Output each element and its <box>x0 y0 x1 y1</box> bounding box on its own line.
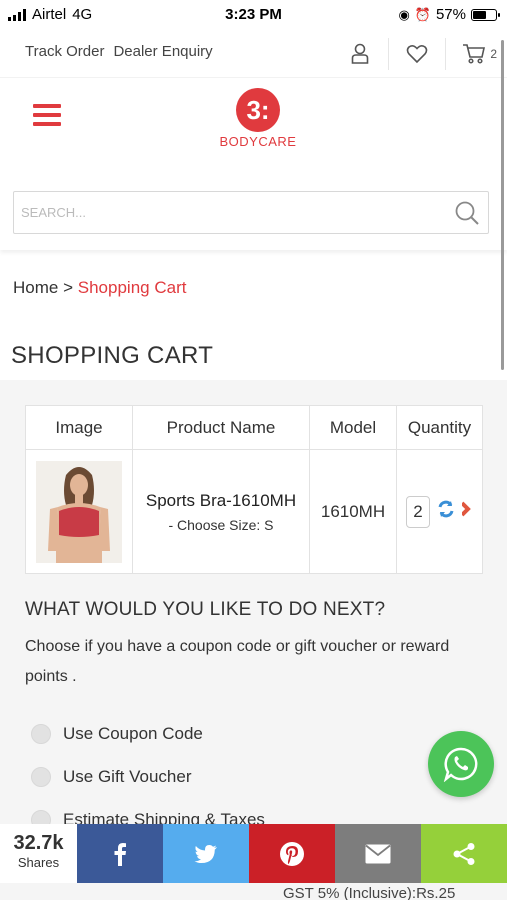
whatsapp-button[interactable] <box>428 731 494 797</box>
product-name-cell: Sports Bra-1610MH - Choose Size: S <box>132 449 310 574</box>
status-right: ◉ ⏰ 57% <box>398 6 500 23</box>
email-icon <box>365 844 391 863</box>
search-input[interactable] <box>14 192 434 232</box>
remove-icon[interactable] <box>460 500 472 523</box>
quantity-input[interactable]: 2 <box>406 495 430 528</box>
quantity-controls: 2 <box>397 495 482 528</box>
next-options: Use Coupon Code Use Gift Voucher Estimat… <box>31 712 265 841</box>
share-count-label: Shares <box>17 855 60 870</box>
status-bar: Airtel 4G 3:23 PM ◉ ⏰ 57% <box>0 0 507 30</box>
next-steps-title: WHAT WOULD YOU LIKE TO DO NEXT? <box>25 599 386 620</box>
share-count: 32.7k Shares <box>0 824 77 883</box>
next-steps-description: Choose if you have a coupon code or gift… <box>25 638 450 685</box>
cart-icon[interactable] <box>460 40 488 68</box>
cart-table: Image Product Name Model Quantity Sports… <box>25 405 483 574</box>
table-row: Sports Bra-1610MH - Choose Size: S 1610M… <box>25 449 483 574</box>
radio-button[interactable] <box>31 723 51 744</box>
breadcrumb: Home > Shopping Cart <box>13 278 186 298</box>
email-share-button[interactable] <box>335 824 421 883</box>
option-label: Use Coupon Code <box>63 723 203 743</box>
product-model-cell: 1610MH <box>309 449 397 574</box>
brand-logo[interactable]: 3: BODYCARE <box>208 88 308 149</box>
share-bar: 32.7k Shares <box>0 824 507 883</box>
battery-icon <box>471 8 500 21</box>
twitter-share-button[interactable] <box>163 824 249 883</box>
logo-mark: 3: <box>236 88 280 132</box>
rotation-lock-icon: ◉ <box>398 6 410 22</box>
quantity-cell: 2 <box>396 449 483 574</box>
option-label: Use Gift Voucher <box>63 766 192 786</box>
pinterest-share-button[interactable] <box>249 824 335 883</box>
track-order-link[interactable]: Track Order <box>25 43 104 60</box>
breadcrumb-separator: > <box>63 278 74 297</box>
column-header-image: Image <box>25 405 133 450</box>
breadcrumb-home[interactable]: Home <box>13 278 58 297</box>
table-header-row: Image Product Name Model Quantity <box>25 405 483 450</box>
radio-button[interactable] <box>31 766 51 787</box>
scrollbar[interactable] <box>501 40 504 370</box>
alarm-icon: ⏰ <box>414 6 431 22</box>
share-count-number: 32.7k <box>13 832 64 854</box>
more-share-button[interactable] <box>421 824 507 883</box>
search-box <box>13 191 489 234</box>
account-icon[interactable] <box>346 40 374 68</box>
twitter-icon <box>194 844 217 863</box>
wishlist-heart-icon[interactable] <box>403 40 431 68</box>
top-bar: Track Order Dealer Enquiry 2 <box>0 30 507 78</box>
menu-icon[interactable] <box>33 104 61 131</box>
facebook-share-button[interactable] <box>77 824 163 883</box>
cart-count-badge: 2 <box>490 47 497 61</box>
update-refresh-icon[interactable] <box>436 499 456 524</box>
top-links: Track Order Dealer Enquiry <box>25 43 213 60</box>
site-header: 3: BODYCARE <box>0 80 507 250</box>
logo-text: BODYCARE <box>219 134 297 149</box>
divider <box>388 38 390 70</box>
column-header-model: Model <box>309 405 397 450</box>
column-header-product-name: Product Name <box>132 405 310 450</box>
option-coupon-code[interactable]: Use Coupon Code <box>31 712 265 755</box>
pinterest-icon <box>280 841 304 866</box>
column-header-quantity: Quantity <box>396 405 483 450</box>
battery-percent: 57% <box>435 6 466 23</box>
cart-content: Image Product Name Model Quantity Sports… <box>0 380 507 900</box>
top-icons: 2 <box>346 38 497 70</box>
product-name-link[interactable]: Sports Bra-1610MH <box>133 491 309 511</box>
divider <box>445 38 447 70</box>
product-image[interactable] <box>36 460 122 563</box>
product-image-cell <box>25 449 133 574</box>
dealer-enquiry-link[interactable]: Dealer Enquiry <box>113 43 212 60</box>
share-icon <box>453 842 475 865</box>
whatsapp-icon <box>443 747 478 782</box>
product-option: - Choose Size: S <box>168 516 274 533</box>
page-title: SHOPPING CART <box>11 342 214 369</box>
facebook-icon <box>114 842 126 866</box>
option-gift-voucher[interactable]: Use Gift Voucher <box>31 755 265 798</box>
tax-line: GST 5% (Inclusive):Rs.25 <box>283 885 456 900</box>
breadcrumb-current[interactable]: Shopping Cart <box>78 278 187 297</box>
search-icon[interactable] <box>454 200 480 226</box>
